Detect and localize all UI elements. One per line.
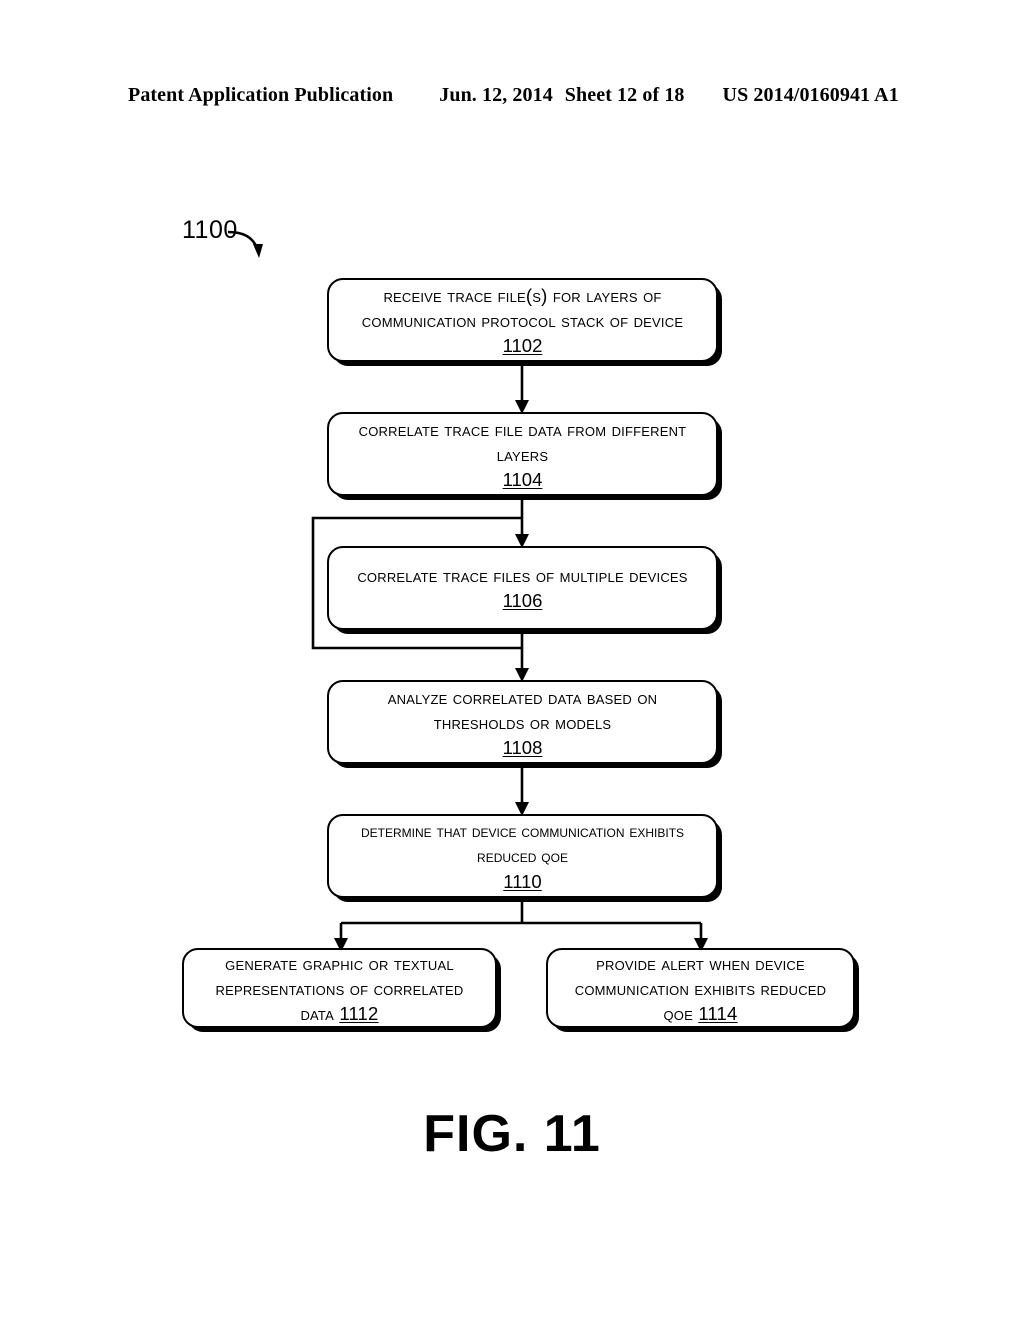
flow-box-1102-number: 1102 <box>502 334 543 356</box>
flowchart-connectors <box>311 366 708 952</box>
flow-box-1110-number: 1110 <box>503 870 542 892</box>
flow-box-1106[interactable]: Correlate Trace Files of Multiple Device… <box>327 546 718 630</box>
flow-box-1104-number: 1104 <box>502 468 543 490</box>
flow-box-1108[interactable]: Analyze Correlated Data Based on Thresho… <box>327 680 718 764</box>
arrow-1102-to-1104 <box>515 366 529 414</box>
flow-box-1102-text: Receive Trace File(s) for Layers of Comm… <box>361 284 684 331</box>
arrow-1104-to-1106 <box>515 500 529 548</box>
flow-box-1108-text: Analyze Correlated Data Based on Thresho… <box>387 686 658 733</box>
flow-box-1114[interactable]: Provide Alert When Device Communication … <box>546 948 855 1028</box>
flow-box-1110[interactable]: Determine that Device Communication Exhi… <box>327 814 718 898</box>
flow-box-1112-number: 1112 <box>339 1002 379 1024</box>
flow-box-1114-number: 1114 <box>698 1002 738 1024</box>
flow-box-1102[interactable]: Receive Trace File(s) for Layers of Comm… <box>327 278 718 362</box>
flow-box-1106-text: Correlate Trace Files of Multiple Device… <box>357 565 688 586</box>
flow-box-1112[interactable]: Generate Graphic or Textual Representati… <box>182 948 497 1028</box>
flow-box-1114-text: Provide Alert When Device Communication … <box>575 951 827 1026</box>
flow-box-1106-number: 1106 <box>502 590 543 611</box>
flow-box-1112-text: Generate Graphic or Textual Representati… <box>216 951 464 1026</box>
arrow-1106-to-1108 <box>515 634 529 682</box>
flow-box-1108-number: 1108 <box>502 736 543 758</box>
arrow-1108-to-1110 <box>515 768 529 816</box>
flow-box-1110-text: Determine that Device Communication Exhi… <box>360 820 685 866</box>
fork-1110-to-1112-and-1114 <box>334 902 708 952</box>
flow-box-1104[interactable]: Correlate Trace File Data from Different… <box>327 412 718 496</box>
flow-box-1104-text: Correlate Trace File Data from Different… <box>358 418 687 465</box>
